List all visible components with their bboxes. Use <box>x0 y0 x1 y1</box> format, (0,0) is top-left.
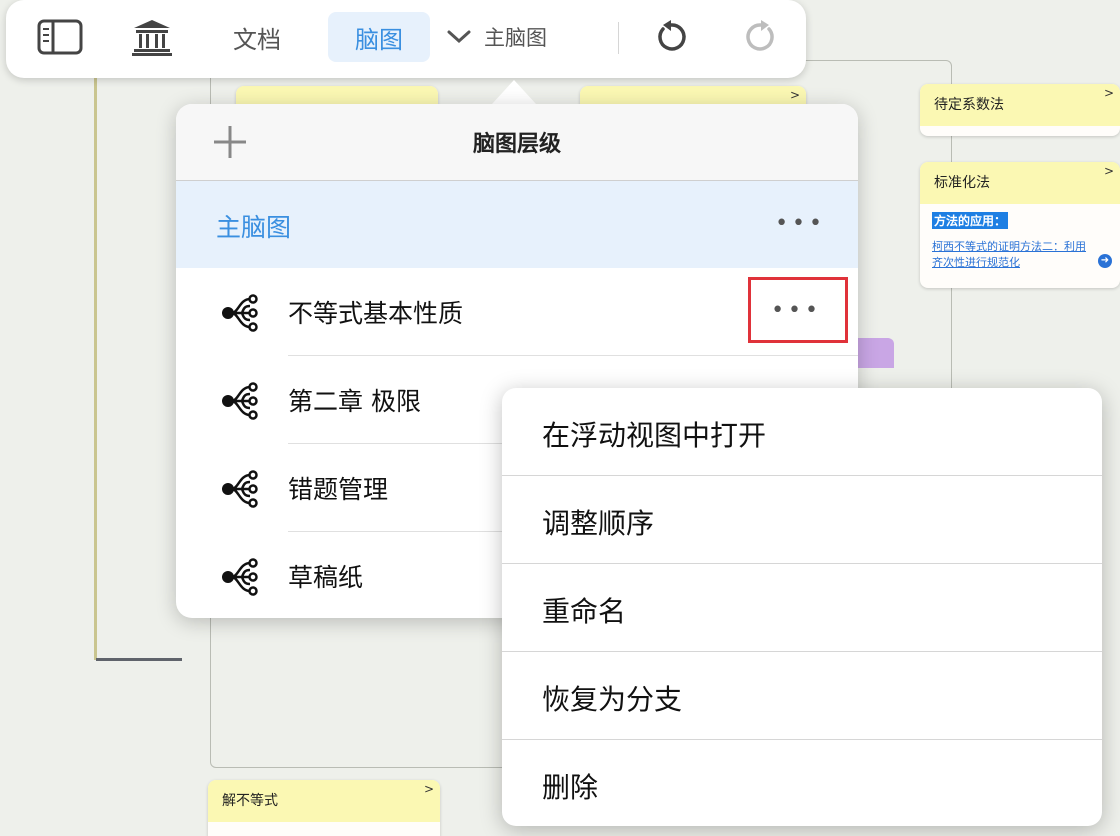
chevron-right-icon[interactable]: > <box>424 782 434 796</box>
menu-item-label: 删除 <box>542 771 599 804</box>
level-item-label: 第二章 极限 <box>288 387 421 416</box>
redo-icon <box>746 20 774 51</box>
level-item-label: 不等式基本性质 <box>288 299 464 328</box>
library-icon <box>132 20 172 56</box>
mindmap-node-solve-inequality[interactable]: 解不等式 > <box>208 780 440 836</box>
tab-mindmap-label: 脑图 <box>355 25 403 54</box>
mindmap-connector <box>96 658 182 661</box>
mindmap-branch-icon <box>222 382 258 420</box>
menu-item-label: 恢复为分支 <box>542 683 683 716</box>
node-title: 待定系数法 <box>934 97 1004 113</box>
menu-item-delete[interactable]: 删除 <box>502 740 1102 826</box>
library-button[interactable] <box>124 12 180 62</box>
toolbar-divider <box>618 22 619 54</box>
arrow-right-icon[interactable]: ➜ <box>1098 254 1112 268</box>
level-item-label: 错题管理 <box>288 475 389 504</box>
sidebar-toggle-button[interactable] <box>32 12 88 62</box>
more-options-button[interactable]: ••• <box>775 211 826 236</box>
mindmap-branch-icon <box>222 294 258 332</box>
node-title: 标准化法 <box>934 175 990 191</box>
popover-pointer <box>492 80 536 104</box>
tab-documents-label: 文档 <box>233 25 281 54</box>
menu-item-reorder[interactable]: 调整顺序 <box>502 476 1102 564</box>
mindmap-connector <box>94 0 97 660</box>
menu-item-restore-branch[interactable]: 恢复为分支 <box>502 652 1102 740</box>
top-toolbar: 文档 脑图 主脑图 <box>6 0 806 78</box>
node-section-label: 方法的应用： <box>932 212 1009 229</box>
popover-header: 脑图层级 <box>176 104 858 181</box>
mindmap-branch-icon <box>222 470 258 508</box>
mindmap-branch-icon <box>222 558 258 596</box>
undo-button[interactable] <box>646 12 696 62</box>
node-link[interactable]: 柯西不等式的证明方法二：利用齐次性进行规范化 <box>932 239 1108 271</box>
menu-pointer <box>780 366 824 388</box>
menu-item-label: 调整顺序 <box>542 507 655 540</box>
mindmap-node-standardization[interactable]: 标准化法 > 方法的应用： 柯西不等式的证明方法二：利用齐次性进行规范化 ➜ <box>920 162 1120 288</box>
chevron-down-icon <box>447 30 471 44</box>
mindmap-level-selector[interactable]: 主脑图 <box>446 12 576 62</box>
chevron-right-icon[interactable]: > <box>1104 164 1114 178</box>
context-menu: 在浮动视图中打开 调整顺序 重命名 恢复为分支 删除 <box>502 388 1102 826</box>
chevron-right-icon[interactable]: > <box>1104 86 1114 100</box>
popover-title: 脑图层级 <box>472 132 561 157</box>
menu-item-rename[interactable]: 重命名 <box>502 564 1102 652</box>
menu-item-label: 重命名 <box>542 595 627 628</box>
current-mindmap-label: 主脑图 <box>484 26 547 50</box>
mindmap-node-pending-coefficients[interactable]: 待定系数法 > <box>920 84 1120 136</box>
level-item-label: 草稿纸 <box>288 563 364 592</box>
highlight-box <box>748 277 848 343</box>
menu-item-label: 在浮动视图中打开 <box>542 419 767 452</box>
undo-icon <box>658 20 686 51</box>
menu-item-open-floating[interactable]: 在浮动视图中打开 <box>502 388 1102 476</box>
level-item-label: 主脑图 <box>216 213 292 242</box>
node-title: 解不等式 <box>222 793 278 809</box>
tab-mindmap[interactable]: 脑图 <box>328 12 430 62</box>
level-item-main-mindmap[interactable]: 主脑图 ••• <box>176 181 858 268</box>
chevron-right-icon[interactable]: > <box>790 88 800 102</box>
tab-documents[interactable]: 文档 <box>212 12 302 62</box>
sidebar-icon <box>37 19 83 55</box>
redo-button[interactable] <box>736 12 786 62</box>
